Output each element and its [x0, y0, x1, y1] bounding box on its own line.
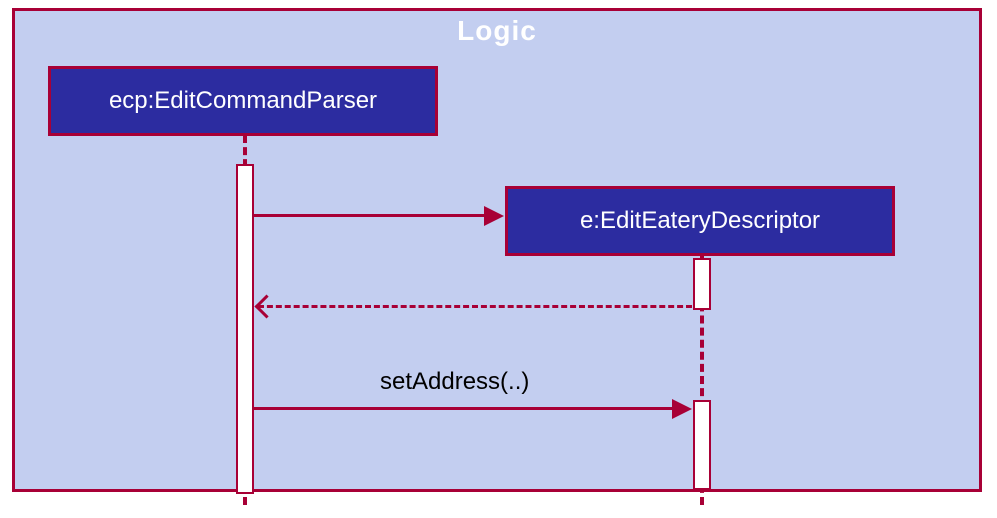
participant-e-label: e:EditEateryDescriptor: [580, 207, 820, 234]
message-return-line: [258, 305, 692, 308]
sequence-diagram: Logic ecp:EditCommandParser e:EditEatery…: [0, 0, 997, 518]
participant-ecp-label: ecp:EditCommandParser: [109, 87, 377, 114]
message-create-arrow: [484, 206, 504, 226]
message-create-line: [254, 214, 484, 217]
activation-ecp: [236, 164, 254, 494]
frame-title: Logic: [457, 15, 537, 47]
participant-e: e:EditEateryDescriptor: [505, 186, 895, 256]
message-setaddress-line: [254, 407, 672, 410]
message-setaddress-label: setAddress(..): [380, 368, 529, 396]
message-setaddress-arrow: [672, 399, 692, 419]
participant-ecp: ecp:EditCommandParser: [48, 66, 438, 136]
activation-e-create: [693, 258, 711, 310]
activation-e-setaddress: [693, 400, 711, 490]
